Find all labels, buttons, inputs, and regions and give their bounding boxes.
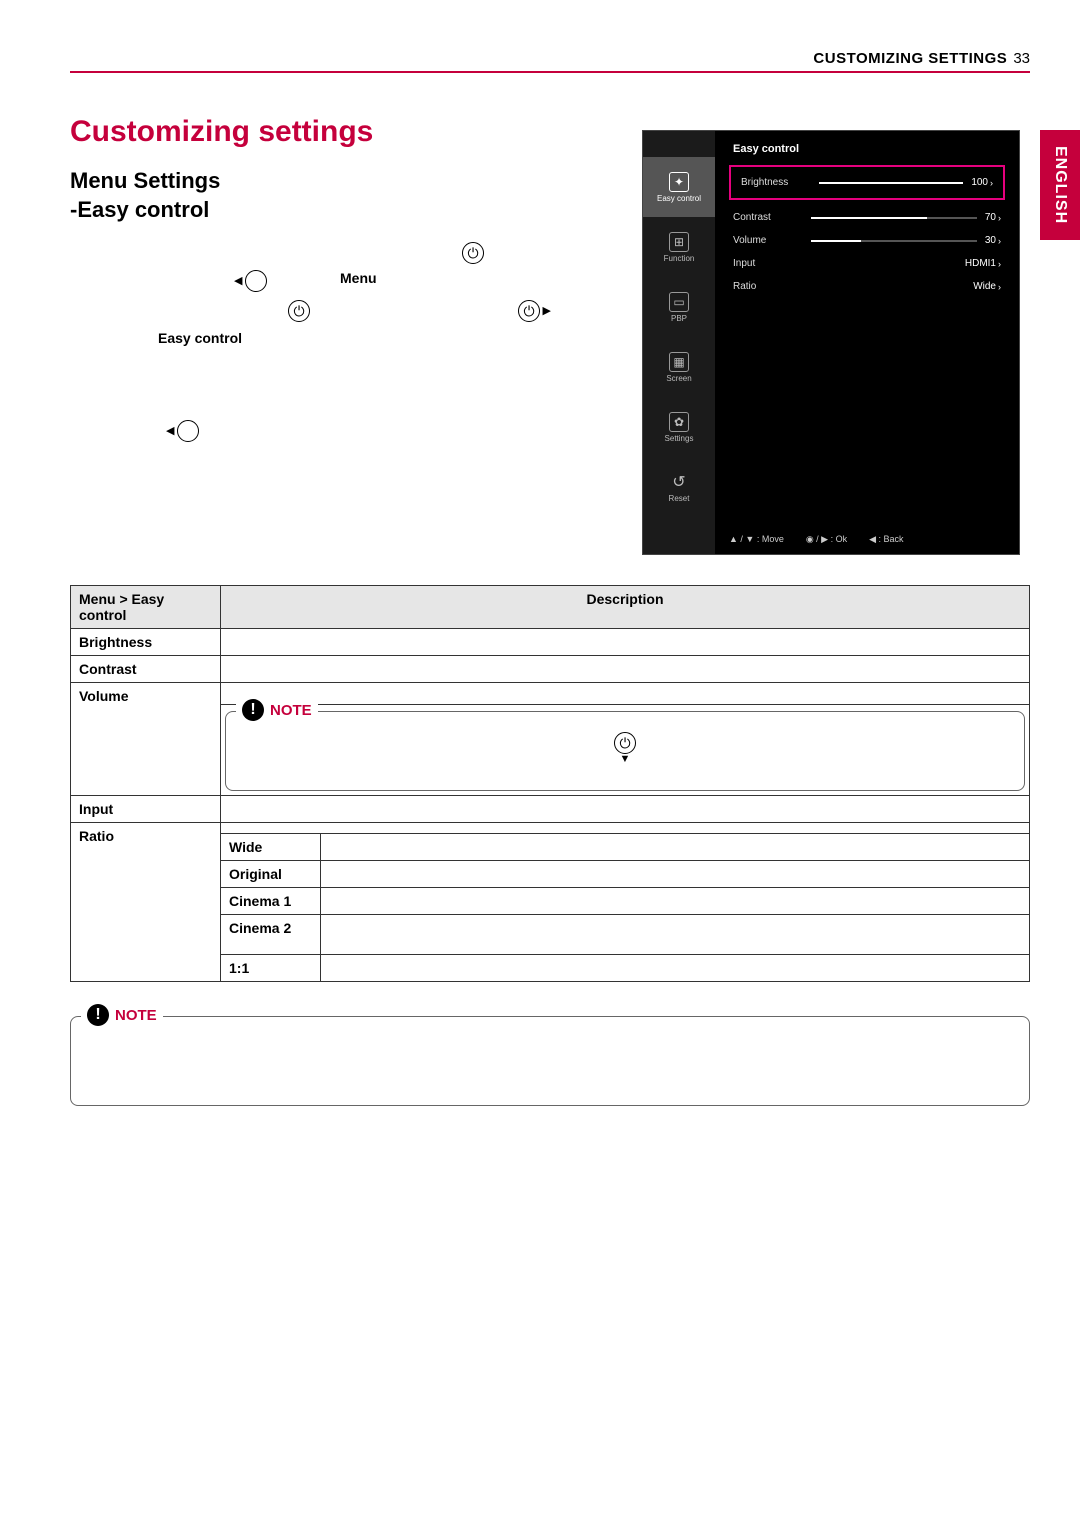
osd-sidebar-settings[interactable]: ✿ Settings: [643, 397, 715, 457]
easy-control-label: Easy control: [158, 330, 242, 346]
row-cinema2: Cinema 2: [221, 915, 321, 955]
osd-input-value: HDMI1: [965, 258, 996, 269]
osd-ratio-row[interactable]: Ratio Wide›: [729, 275, 1005, 298]
row-contrast: Contrast: [71, 656, 221, 683]
osd-sidebar-label: Reset: [669, 494, 690, 503]
osd-sidebar-reset[interactable]: ↺ Reset: [643, 457, 715, 517]
reset-icon: ↺: [669, 472, 689, 492]
osd-footer: ▲ / ▼ : Move ◉ / ▶ : Ok ◀ : Back: [715, 524, 1019, 554]
osd-main: Easy control Brightness 100› Contrast 70…: [715, 131, 1019, 524]
osd-sidebar-pbp[interactable]: ▭ PBP: [643, 277, 715, 337]
osd-volume-label: Volume: [733, 235, 803, 246]
osd-sidebar-label: PBP: [671, 314, 687, 323]
power-joystick-right-icon: [518, 300, 540, 322]
osd-ratio-value: Wide: [973, 281, 996, 292]
osd-input-label: Input: [733, 258, 803, 269]
volume-slider[interactable]: [811, 240, 977, 242]
osd-sidebar-label: Settings: [665, 434, 694, 443]
chevron-right-icon: ›: [998, 259, 1001, 269]
osd-selected-row[interactable]: Brightness 100›: [729, 165, 1005, 200]
row-wide: Wide: [221, 834, 321, 861]
page-number: 33: [1013, 50, 1030, 67]
row-original: Original: [221, 861, 321, 888]
osd-title: Easy control: [733, 143, 1005, 155]
power-joystick-down-icon: [614, 732, 636, 754]
menu-label: Menu: [340, 270, 377, 286]
power-icon: [288, 300, 310, 322]
osd-sidebar-function[interactable]: ⊞ Function: [643, 217, 715, 277]
description-table: Menu > Easy control Description Brightne…: [70, 585, 1030, 982]
table-head-description: Description: [221, 586, 1030, 629]
osd-volume-row[interactable]: Volume 30›: [729, 229, 1005, 252]
osd-footer-ok: ◉ / ▶ : Ok: [806, 534, 847, 545]
note-label: NOTE: [115, 1007, 157, 1024]
chevron-right-icon: ›: [998, 213, 1001, 223]
osd-screenshot: ✦ Easy control ⊞ Function ▭ PBP ▦ Screen…: [642, 130, 1020, 555]
volume-note: ! NOTE: [225, 711, 1025, 791]
osd-footer-back: ◀ : Back: [869, 534, 903, 545]
row-ratio: Ratio: [71, 823, 221, 982]
osd-volume-value: 30: [985, 235, 996, 246]
osd-sidebar-label: Function: [664, 254, 695, 263]
star-icon: ✦: [669, 172, 689, 192]
osd-sidebar-easy-control[interactable]: ✦ Easy control: [643, 157, 715, 217]
pbp-icon: ▭: [669, 292, 689, 312]
note-icon: !: [87, 1004, 109, 1026]
screen-icon: ▦: [669, 352, 689, 372]
osd-contrast-row[interactable]: Contrast 70›: [729, 206, 1005, 229]
row-input: Input: [71, 796, 221, 823]
power-joystick-left-icon: [177, 420, 199, 442]
power-joystick-left-icon: [245, 270, 267, 292]
osd-sidebar: ✦ Easy control ⊞ Function ▭ PBP ▦ Screen…: [643, 131, 715, 554]
osd-contrast-label: Contrast: [733, 212, 803, 223]
osd-contrast-value: 70: [985, 212, 996, 223]
power-icon: [462, 242, 484, 264]
osd-input-row[interactable]: Input HDMI1›: [729, 252, 1005, 275]
gear-icon: ✿: [669, 412, 689, 432]
brightness-slider[interactable]: [819, 182, 963, 184]
language-tab: ENGLISH: [1040, 130, 1080, 240]
osd-brightness-label: Brightness: [741, 177, 811, 188]
chevron-right-icon: ›: [990, 178, 993, 188]
page-header: CUSTOMIZING SETTINGS 33: [70, 50, 1030, 73]
osd-ratio-label: Ratio: [733, 281, 803, 292]
table-head-menu: Menu > Easy control: [71, 586, 221, 629]
row-cinema1: Cinema 1: [221, 888, 321, 915]
bottom-note: ! NOTE: [70, 1010, 1030, 1106]
note-icon: !: [242, 699, 264, 721]
osd-brightness-value: 100: [971, 177, 988, 188]
row-volume: Volume: [71, 683, 221, 796]
header-section: CUSTOMIZING SETTINGS: [813, 50, 1007, 67]
osd-footer-move: ▲ / ▼ : Move: [729, 534, 784, 544]
note-label: NOTE: [270, 702, 312, 719]
contrast-slider[interactable]: [811, 217, 977, 219]
row-1to1: 1:1: [221, 955, 321, 982]
row-brightness: Brightness: [71, 629, 221, 656]
chevron-right-icon: ›: [998, 282, 1001, 292]
osd-sidebar-label: Screen: [666, 374, 691, 383]
chevron-right-icon: ›: [998, 236, 1001, 246]
grid-icon: ⊞: [669, 232, 689, 252]
osd-sidebar-label: Easy control: [657, 194, 701, 203]
osd-sidebar-screen[interactable]: ▦ Screen: [643, 337, 715, 397]
